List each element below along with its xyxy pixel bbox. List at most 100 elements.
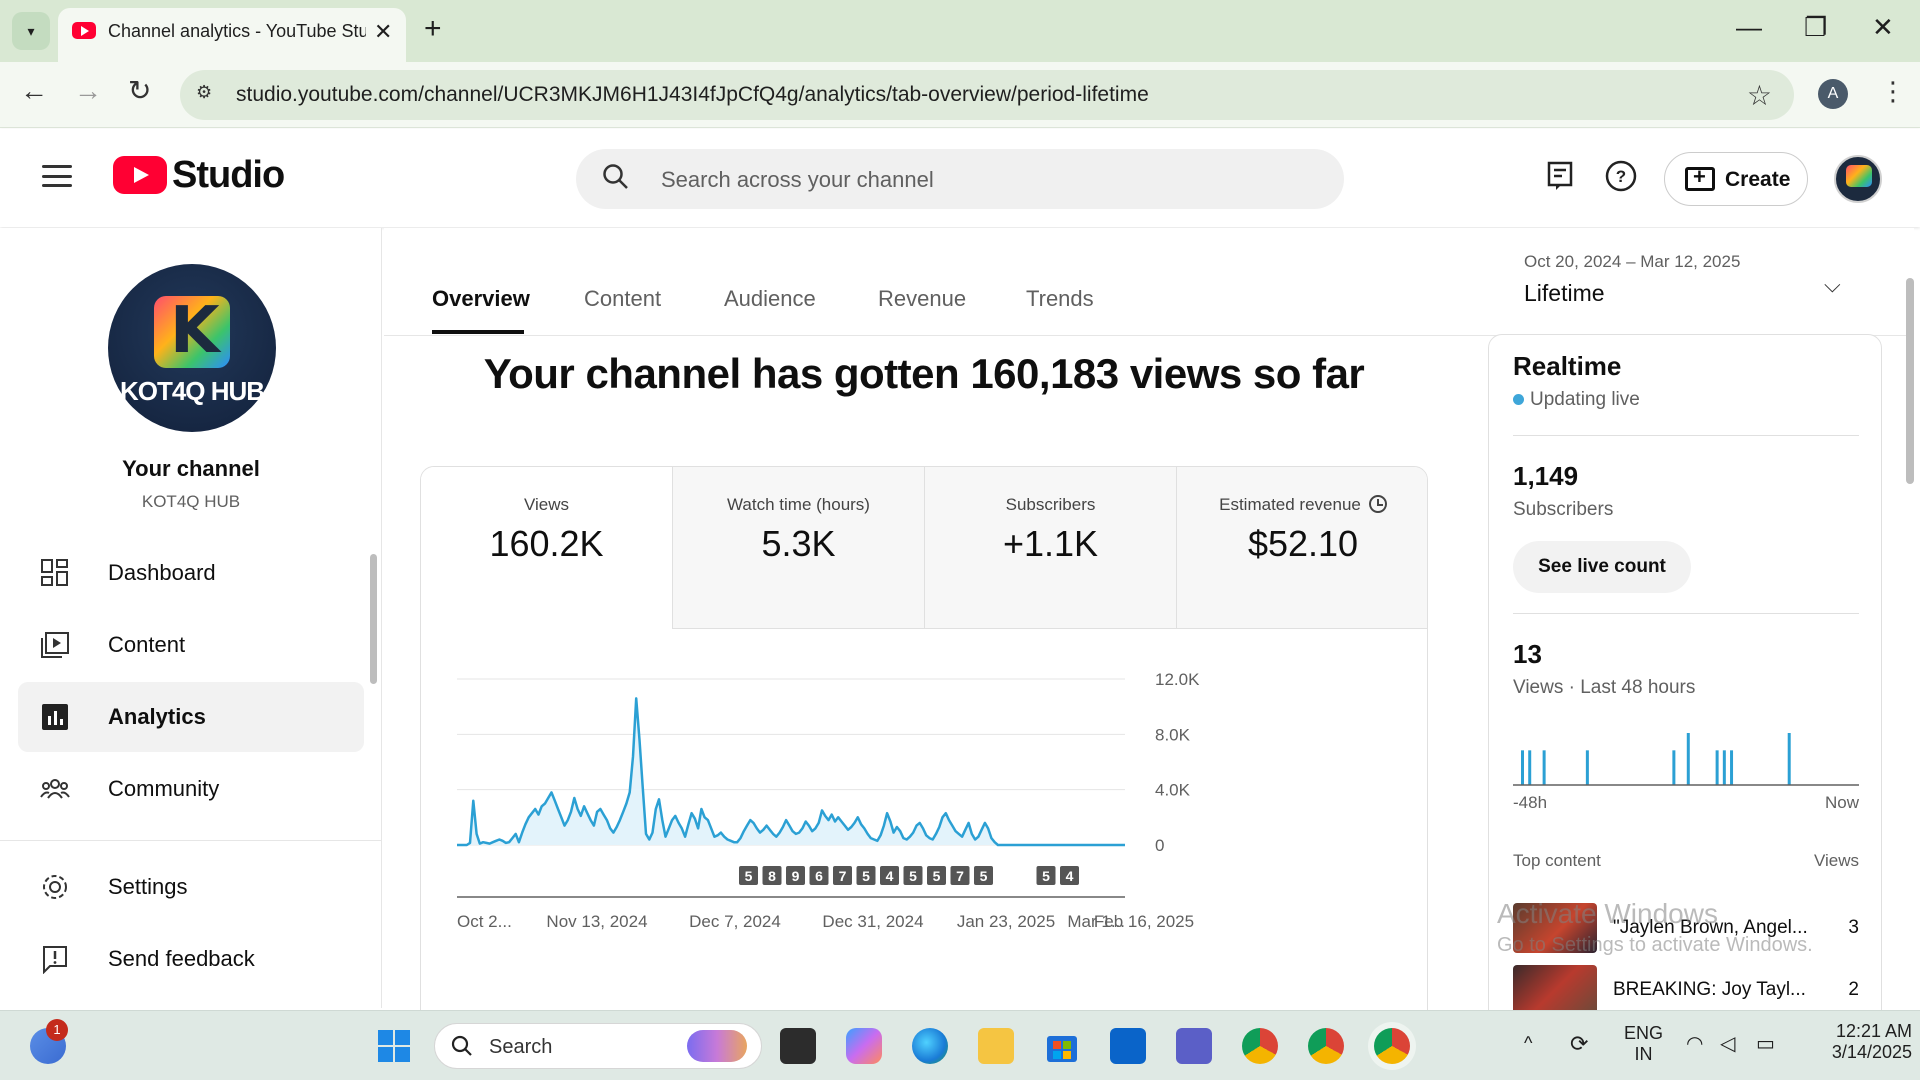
- volume-icon[interactable]: ◁: [1720, 1031, 1735, 1056]
- tab-revenue[interactable]: Revenue: [878, 286, 966, 312]
- restore-icon[interactable]: ❐: [1804, 12, 1827, 43]
- copilot-icon[interactable]: [846, 1028, 882, 1064]
- views-chart[interactable]: 04.0K8.0K12.0K5 8 9 6 7 5 4 5 5 7 5 5 4Oct 2... Nov 1…: [421, 629, 1428, 1026]
- channel-search-input[interactable]: Search across your channel: [576, 149, 1344, 209]
- sidebar-item-dashboard[interactable]: Dashboard: [18, 538, 364, 608]
- comments-icon[interactable]: [1544, 159, 1578, 193]
- browser-profile-avatar[interactable]: A: [1818, 79, 1848, 109]
- metric-watch-time[interactable]: Watch time (hours) 5.3K: [673, 467, 925, 629]
- video-marker-label: 4: [1066, 868, 1074, 884]
- channel-logo-letter: K: [170, 294, 220, 368]
- realtime-bar[interactable]: [1528, 750, 1532, 785]
- chrome-profile-icon[interactable]: [1308, 1028, 1344, 1064]
- minimize-icon[interactable]: —: [1736, 12, 1762, 43]
- chrome-active-icon[interactable]: [1374, 1028, 1410, 1064]
- realtime-views-value: 13: [1513, 639, 1542, 669]
- x-tick-label: Mar 1...: [1067, 912, 1125, 931]
- video-views: 2: [1848, 979, 1859, 1000]
- sidebar: K KOT4Q HUB Your channel KOT4Q HUB Dashb…: [0, 228, 382, 1008]
- wifi-icon[interactable]: ◠: [1686, 1031, 1703, 1056]
- dashboard-icon: [41, 559, 68, 586]
- edge-browser-icon[interactable]: [912, 1028, 948, 1064]
- video-marker-label: 5: [862, 868, 870, 884]
- y-tick-label: 8.0K: [1155, 725, 1191, 744]
- browser-toolbar: ← → ↻ ⚙ studio.youtube.com/channel/UCR3M…: [0, 62, 1920, 128]
- studio-header: Studio Search across your channel ? Crea…: [0, 129, 1920, 227]
- metric-subscribers[interactable]: Subscribers +1.1K: [925, 467, 1177, 629]
- outlook-icon[interactable]: [1110, 1028, 1146, 1064]
- site-info-icon[interactable]: ⚙: [196, 82, 220, 106]
- taskbar-search-input[interactable]: Search: [434, 1023, 762, 1069]
- realtime-bar[interactable]: [1730, 750, 1734, 785]
- browser-tab[interactable]: Channel analytics - YouTube Studio ✕: [58, 8, 406, 62]
- live-dot-icon: [1513, 394, 1524, 405]
- channel-avatar[interactable]: K KOT4Q HUB: [108, 264, 276, 432]
- tab-trends[interactable]: Trends: [1026, 286, 1094, 312]
- hamburger-menu-icon[interactable]: [42, 165, 72, 187]
- top-content-item[interactable]: BREAKING: Joy Tayl... 2: [1513, 965, 1859, 1015]
- language-region: IN: [1634, 1044, 1653, 1064]
- address-bar[interactable]: ⚙ studio.youtube.com/channel/UCR3MKJM6H1…: [180, 70, 1794, 120]
- tab-audience[interactable]: Audience: [724, 286, 816, 312]
- url-text[interactable]: studio.youtube.com/channel/UCR3MKJM6H1J4…: [236, 83, 1149, 107]
- windows-taskbar: 1 Search ^ ⟳ ENG IN ◠ ◁ ▭ 12:21 AM 3/14/…: [0, 1010, 1920, 1080]
- tab-content[interactable]: Content: [584, 286, 661, 312]
- realtime-bar[interactable]: [1722, 750, 1726, 785]
- video-marker-label: 6: [815, 868, 823, 884]
- youtube-logo-icon[interactable]: [113, 156, 167, 194]
- period-dates[interactable]: Oct 20, 2024 – Mar 12, 2025: [1524, 252, 1740, 272]
- window-close-icon[interactable]: ✕: [1872, 12, 1894, 43]
- top-content-views-label: Views: [1813, 851, 1859, 870]
- sidebar-item-community[interactable]: Community: [18, 754, 364, 824]
- task-view-icon[interactable]: [780, 1028, 816, 1064]
- realtime-bar[interactable]: [1672, 750, 1676, 785]
- metric-label: Estimated revenue: [1177, 495, 1427, 515]
- file-explorer-icon[interactable]: [978, 1028, 1014, 1064]
- realtime-bar[interactable]: [1715, 750, 1719, 785]
- sidebar-item-send-feedback[interactable]: Send feedback: [18, 924, 364, 994]
- realtime-bar[interactable]: [1787, 733, 1791, 785]
- new-tab-icon[interactable]: +: [424, 14, 442, 44]
- tab-search-chevron-icon[interactable]: ▾: [12, 12, 50, 50]
- bookmark-star-icon[interactable]: ☆: [1747, 79, 1772, 112]
- account-avatar[interactable]: [1834, 155, 1882, 203]
- period-dropdown-chevron-icon[interactable]: ⌵: [1824, 272, 1841, 298]
- metric-estimated-revenue[interactable]: Estimated revenue $52.10: [1177, 467, 1427, 629]
- create-label: Create: [1725, 168, 1791, 191]
- microsoft-store-icon[interactable]: [1044, 1028, 1080, 1064]
- create-button[interactable]: Create: [1664, 152, 1808, 206]
- realtime-axis-end: Now: [1824, 793, 1859, 812]
- windows-start-icon[interactable]: [376, 1028, 412, 1064]
- clock-icon[interactable]: [1368, 495, 1387, 513]
- sidebar-item-settings[interactable]: Settings: [18, 852, 364, 922]
- back-icon[interactable]: ←: [20, 76, 48, 106]
- page-scrollbar[interactable]: [1906, 278, 1914, 484]
- browser-menu-icon[interactable]: ⋮: [1880, 76, 1906, 107]
- reload-icon[interactable]: ↻: [128, 76, 151, 106]
- realtime-bar[interactable]: [1542, 750, 1546, 785]
- help-icon[interactable]: ?: [1604, 159, 1638, 193]
- show-hidden-icons-icon[interactable]: ^: [1524, 1033, 1532, 1054]
- language-indicator[interactable]: ENG IN: [1624, 1023, 1663, 1065]
- sync-icon[interactable]: ⟳: [1570, 1031, 1588, 1057]
- realtime-bar[interactable]: [1686, 733, 1690, 785]
- forward-icon[interactable]: →: [74, 76, 102, 106]
- battery-icon[interactable]: ▭: [1756, 1031, 1775, 1056]
- period-label[interactable]: Lifetime: [1524, 280, 1605, 307]
- chrome-icon[interactable]: [1242, 1028, 1278, 1064]
- realtime-bar[interactable]: [1521, 750, 1524, 785]
- tab-overview-underline: [432, 330, 524, 334]
- see-live-count-button[interactable]: See live count: [1513, 541, 1691, 593]
- sidebar-item-analytics[interactable]: Analytics: [18, 682, 364, 752]
- sidebar-scrollbar[interactable]: [370, 554, 377, 684]
- tab-overview[interactable]: Overview: [432, 286, 530, 312]
- video-title: BREAKING: Joy Tayl...: [1613, 979, 1806, 1000]
- teams-icon[interactable]: [1176, 1028, 1212, 1064]
- realtime-bar-chart[interactable]: [1513, 713, 1859, 799]
- realtime-bar[interactable]: [1585, 750, 1589, 785]
- close-tab-icon[interactable]: ✕: [374, 19, 392, 45]
- sidebar-item-content[interactable]: Content: [18, 610, 364, 680]
- metric-views[interactable]: Views 160.2K: [421, 467, 673, 629]
- studio-logo-text[interactable]: Studio: [172, 154, 285, 197]
- clock[interactable]: 12:21 AM 3/14/2025: [1800, 1021, 1912, 1063]
